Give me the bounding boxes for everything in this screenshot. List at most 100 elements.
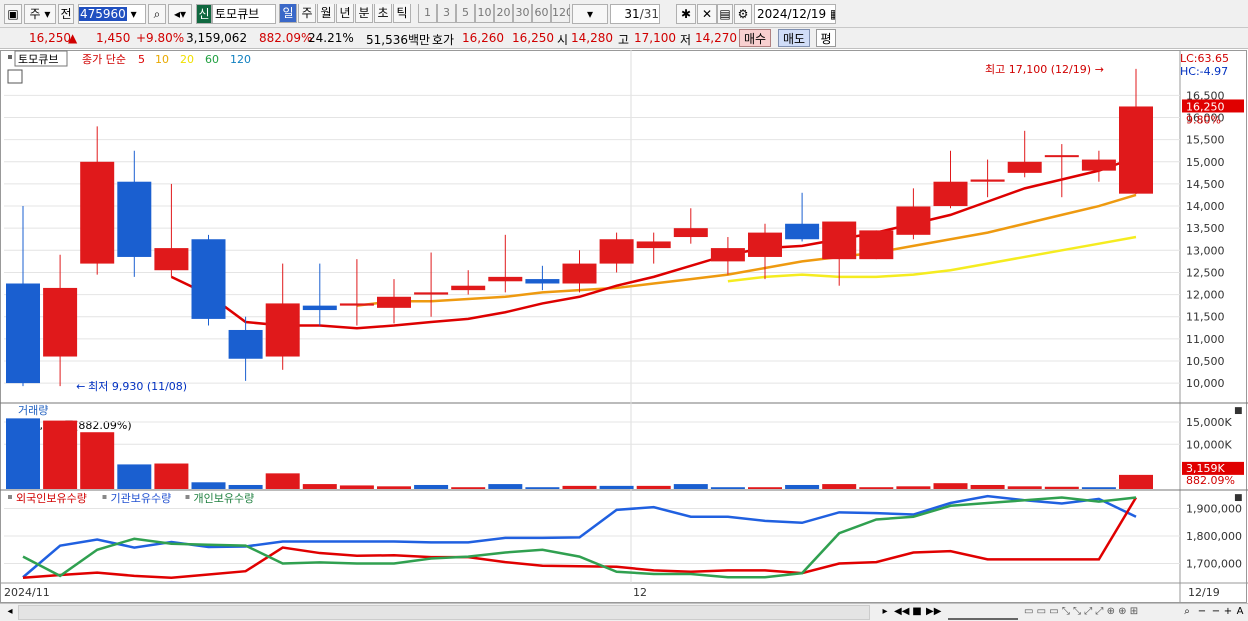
period-tab[interactable]: 틱: [393, 4, 411, 23]
bid: 16,250: [512, 31, 554, 45]
candle-body: [1044, 155, 1079, 158]
high: 17,100: [634, 31, 676, 45]
candle-body: [933, 181, 968, 207]
minus-icon[interactable]: −: [1210, 605, 1222, 620]
interval-button[interactable]: 20: [494, 4, 513, 23]
stop-icon[interactable]: ■: [910, 605, 924, 620]
close-pane-icon: ■: [1234, 493, 1243, 503]
horizontal-scrollbar[interactable]: [18, 605, 870, 620]
volume-bar: [451, 487, 486, 489]
legend-marker: [8, 495, 12, 499]
up-arrow-icon: ▲: [68, 31, 78, 45]
type-button[interactable]: 전: [58, 4, 74, 24]
interval-button[interactable]: 120: [551, 4, 570, 23]
speaker-icon[interactable]: ◂▾: [168, 4, 192, 24]
interval-button[interactable]: 10: [475, 4, 494, 23]
last-price-label: 16,250: [1186, 100, 1225, 113]
scroll-right-icon[interactable]: ▸: [878, 605, 892, 620]
candle-body: [265, 303, 300, 357]
eval-button[interactable]: 평: [816, 29, 836, 47]
volume-bar: [302, 484, 337, 489]
chart-tool-icon[interactable]: ✕: [697, 4, 717, 24]
candle-body: [859, 230, 894, 260]
y-tick-label: 14,500: [1186, 178, 1225, 191]
legend-name: 토모큐브: [18, 53, 58, 66]
font-size-icon[interactable]: A: [1234, 605, 1246, 620]
period-tab[interactable]: 일: [279, 4, 297, 23]
date-start-label: 2024/11: [4, 586, 50, 599]
date-field[interactable]: 2024/12/19 ▦: [754, 4, 836, 24]
forward-icon[interactable]: ▶▶: [926, 605, 941, 620]
period-tab[interactable]: 월: [317, 4, 335, 23]
low: 14,270: [695, 31, 737, 45]
sell-button[interactable]: 매도: [778, 29, 810, 47]
zoom-slider[interactable]: [948, 605, 1018, 620]
volume-bar: [1119, 474, 1153, 489]
stock-chart[interactable]: 16,50016,00015,50015,00014,50014,00013,5…: [0, 50, 1248, 603]
chart-navigation-bar: ◂ ▸ ◀◀ ■ ▶▶ ▭ ▭ ▭ ⤡ ⤡ ⤢ ⤢ ⊕ ⊕ ⊞ ⌕ − − + …: [0, 603, 1248, 621]
legend-ma-period: 5: [138, 53, 145, 66]
gear-icon[interactable]: ⚙: [734, 4, 752, 24]
candle-body: [970, 179, 1005, 182]
period-tab[interactable]: 초: [374, 4, 392, 23]
code-input[interactable]: 475960 ▾: [78, 4, 146, 24]
high-annotation: 최고 17,100 (12/19): [985, 63, 1091, 76]
buy-button[interactable]: 매수: [739, 29, 771, 47]
interval-button[interactable]: 5: [456, 4, 475, 23]
count-field[interactable]: 31/31: [610, 4, 660, 24]
legend-ma-period: 120: [230, 53, 251, 66]
interval-button[interactable]: 1: [418, 4, 437, 23]
pin-icon[interactable]: ✱: [676, 4, 696, 24]
chart-tools-icons[interactable]: ▭ ▭ ▭ ⤡ ⤡ ⤢ ⤢ ⊕ ⊕ ⊞: [1024, 605, 1174, 620]
amount: 51,536백만: [366, 33, 431, 47]
change: 1,450: [96, 31, 131, 45]
search-icon[interactable]: ⌕: [148, 4, 166, 24]
new-listing-badge: 신: [196, 4, 212, 24]
zoom-out-icon[interactable]: −: [1196, 605, 1208, 620]
candle-body: [451, 285, 486, 291]
low-label: 저: [680, 33, 692, 47]
period-tab[interactable]: 분: [355, 4, 373, 23]
candle-body: [228, 329, 263, 359]
interval-button[interactable]: 30: [513, 4, 532, 23]
y-tick-label: 14,000: [1186, 200, 1225, 213]
y-tick-label: 13,500: [1186, 222, 1225, 235]
period-tab[interactable]: 년: [336, 4, 354, 23]
y-tick-label: 12,000: [1186, 289, 1225, 302]
interval-button[interactable]: 3: [437, 4, 456, 23]
window-menu-icon[interactable]: ▣: [4, 4, 22, 24]
interval-dropdown[interactable]: ▾: [572, 4, 608, 24]
volume-bar: [43, 420, 78, 489]
volume-bar: [525, 487, 560, 489]
current-price: 16,250: [29, 31, 71, 45]
zoom-icon[interactable]: ⌕: [1180, 605, 1194, 620]
candle-body: [525, 279, 560, 284]
market-select[interactable]: 주 ▾: [24, 4, 56, 24]
period-tab[interactable]: 주: [298, 4, 316, 23]
plus-icon[interactable]: +: [1222, 605, 1234, 620]
y-tick-label: 11,000: [1186, 333, 1225, 346]
candle-body: [191, 239, 226, 319]
rewind-icon[interactable]: ◀◀: [894, 605, 909, 620]
volume-bar: [748, 487, 782, 489]
volume-bar: [228, 484, 263, 489]
low-annotation: 최저 9,930 (11/08): [88, 380, 187, 393]
y-tick-label: 15,000K: [1186, 416, 1232, 429]
date-mid-label: 12: [633, 586, 647, 599]
change-pct: +9.80%: [136, 31, 185, 45]
scroll-left-icon[interactable]: ◂: [4, 605, 16, 620]
volume-bar: [488, 484, 523, 489]
volume-ratio: 882.09%: [259, 31, 313, 45]
y-tick-label: 12,500: [1186, 266, 1225, 279]
interval-button[interactable]: 60: [532, 4, 551, 23]
legend-ma-period: 60: [205, 53, 219, 66]
quote-bar: 16,250 ▲ 1,450 +9.80% 3,159,062 882.09% …: [0, 28, 1248, 49]
save-icon[interactable]: ▤: [717, 4, 733, 24]
ask: 16,260: [462, 31, 504, 45]
candle-body: [785, 223, 820, 240]
candle-body: [414, 292, 449, 295]
volume-bar: [377, 486, 411, 489]
candle-body: [6, 283, 40, 384]
legend-ma-period: 10: [155, 53, 169, 66]
y-tick-label: 1,800,000: [1186, 530, 1242, 543]
